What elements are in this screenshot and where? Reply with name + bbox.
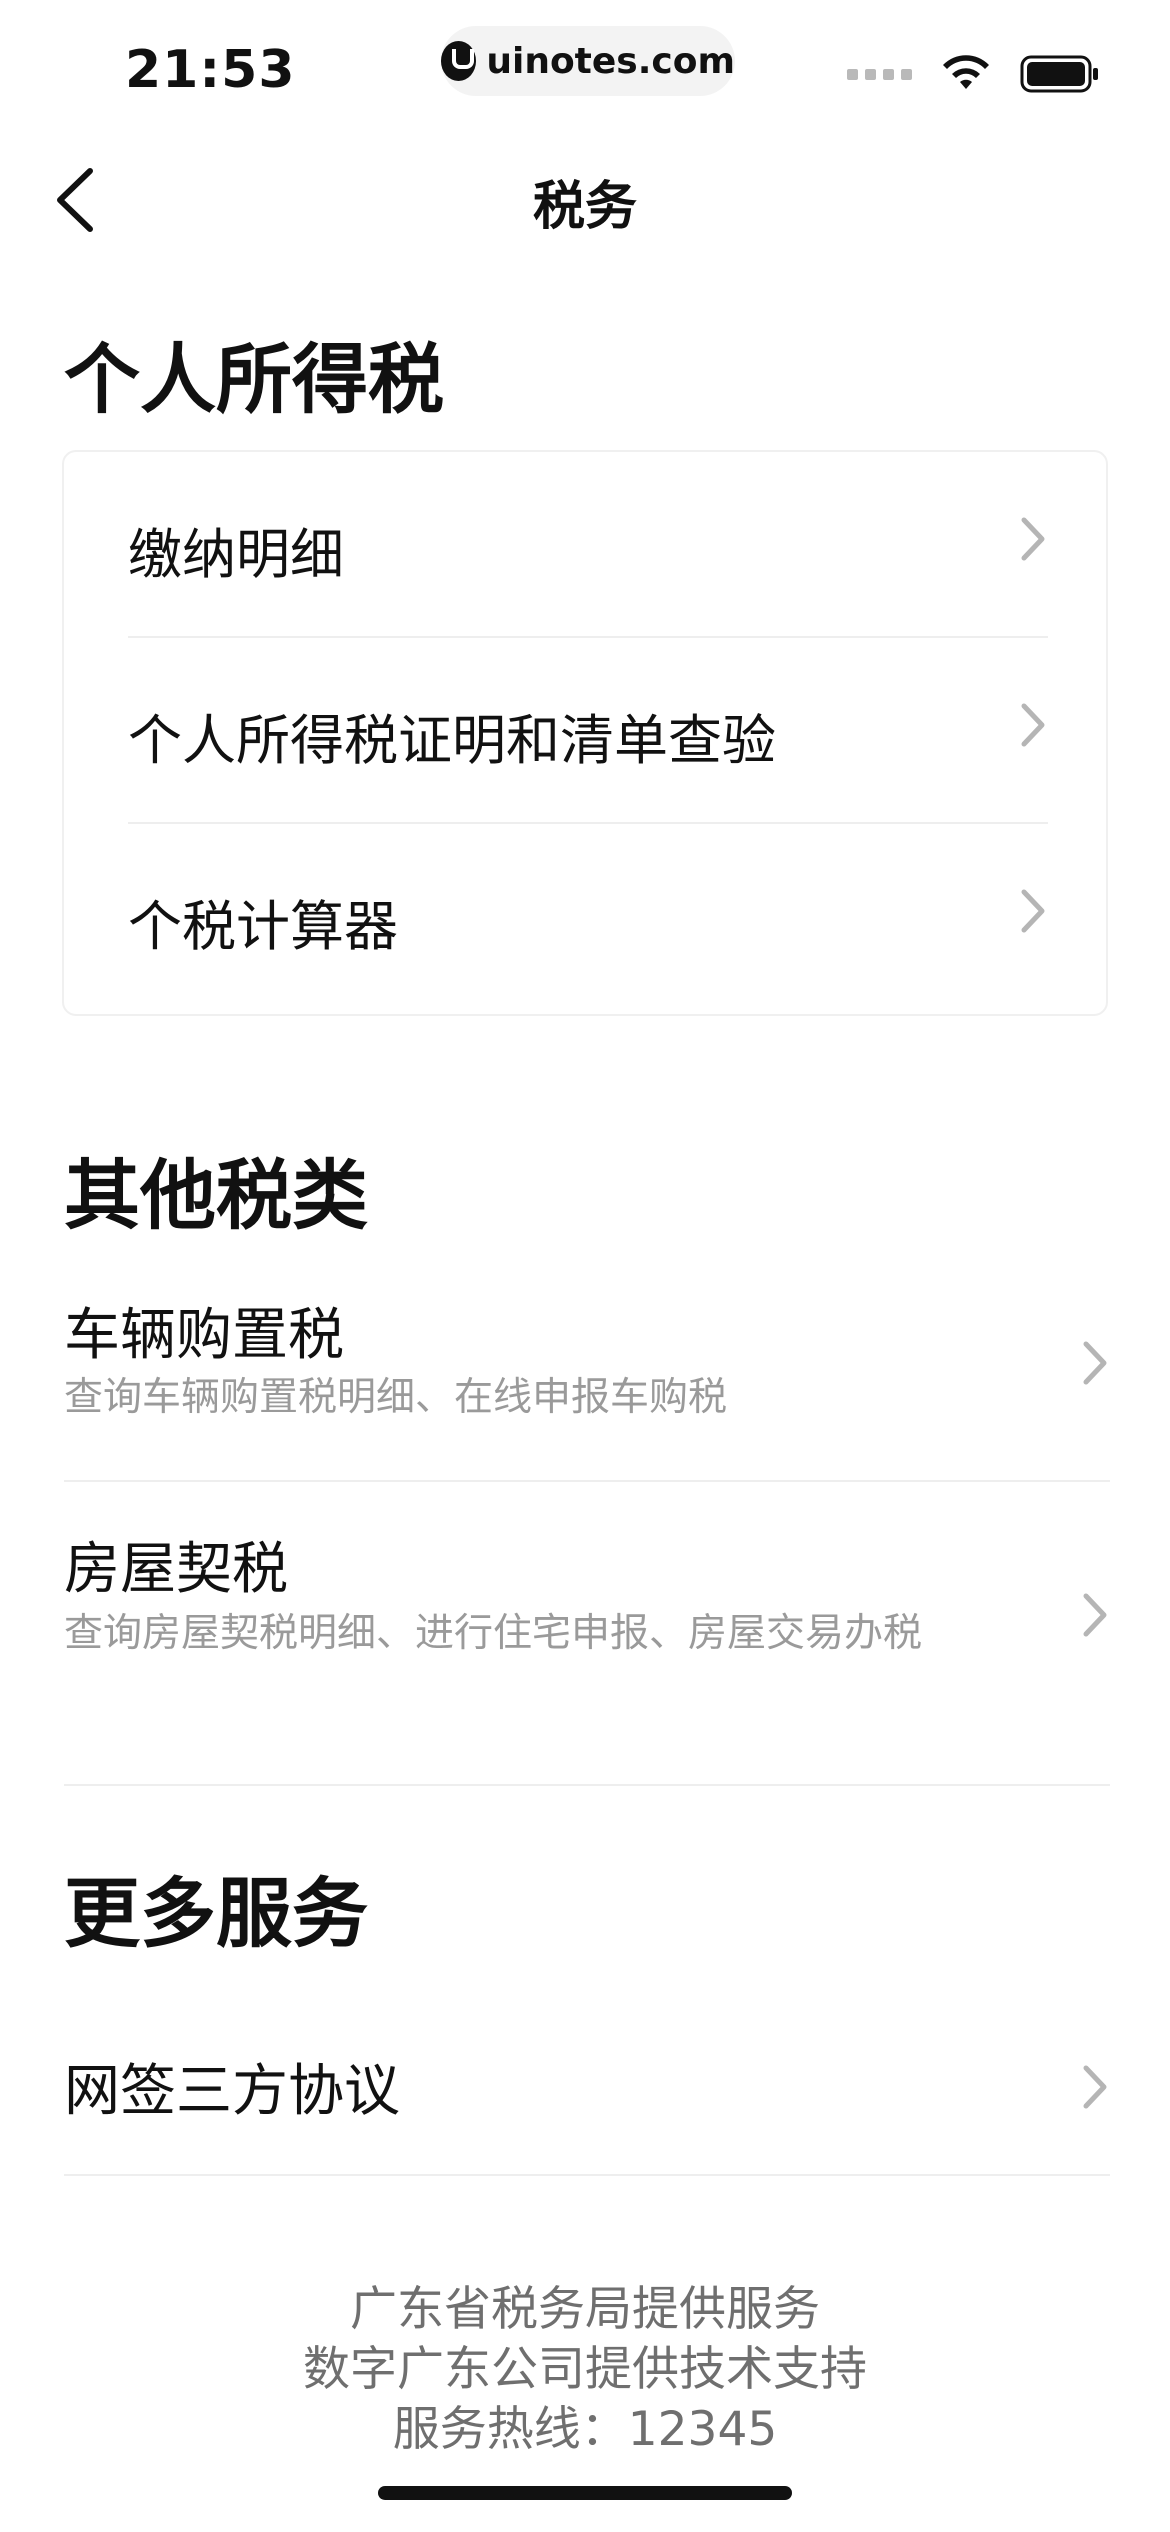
chevron-right-icon [1083, 1593, 1107, 1637]
list-item-label: 缴纳明细 [128, 523, 344, 586]
chevron-right-icon [1021, 703, 1045, 747]
list-item-house-deed-tax[interactable]: 房屋契税 查询房屋契税明细、进行住宅申报、房屋交易办税 [64, 1484, 1110, 1786]
list-item-desc: 查询车辆购置税明细、在线申报车购税 [64, 1375, 728, 1420]
cellular-signal-icon [847, 68, 912, 80]
list-item-desc: 查询房屋契税明细、进行住宅申报、房屋交易办税 [64, 1611, 923, 1656]
list-item-label: 个人所得税证明和清单查验 [128, 709, 776, 772]
chevron-right-icon [1083, 1341, 1107, 1385]
battery-icon [1020, 55, 1098, 93]
list-item-tax-certificate[interactable]: 个人所得税证明和清单查验 [128, 638, 1048, 824]
nav-bar: 税务 [0, 140, 1170, 260]
list-item-title: 车辆购置税 [64, 1303, 344, 1368]
status-icons [847, 54, 1100, 94]
list-item-label: 个税计算器 [128, 895, 398, 958]
list-item-vehicle-purchase-tax[interactable]: 车辆购置税 查询车辆购置税明细、在线申报车购税 [64, 1270, 1110, 1482]
site-name: uinotes.com [486, 40, 735, 82]
list-item-payment-details[interactable]: 缴纳明细 [128, 452, 1048, 638]
status-bar: 21:53 uinotes.com [0, 0, 1170, 140]
site-pill: uinotes.com [441, 26, 735, 96]
footer-hotline: 服务热线：12345 [392, 2402, 778, 2457]
chevron-right-icon [1021, 517, 1045, 561]
section-title-personal-tax: 个人所得税 [64, 335, 444, 424]
chevron-right-icon [1021, 889, 1045, 933]
list-item-tripartite-agreement[interactable]: 网签三方协议 [64, 2000, 1110, 2176]
page-title: 税务 [532, 177, 637, 237]
footer: 广东省税务局提供服务 数字广东公司提供技术支持 服务热线：12345 [0, 2280, 1170, 2460]
status-time: 21:53 [125, 40, 296, 100]
home-indicator[interactable] [378, 2486, 792, 2500]
footer-tech-support: 数字广东公司提供技术支持 [303, 2342, 867, 2397]
chevron-right-icon [1083, 2065, 1107, 2109]
wifi-icon [943, 55, 989, 89]
section-title-other-taxes: 其他税类 [64, 1151, 368, 1240]
list-item-title: 房屋契税 [64, 1537, 288, 1602]
personal-tax-card: 缴纳明细 个人所得税证明和清单查验 个税计算器 [62, 450, 1108, 1016]
site-logo-icon [441, 41, 477, 81]
footer-provider: 广东省税务局提供服务 [350, 2282, 820, 2337]
list-item-title: 网签三方协议 [64, 2059, 400, 2124]
section-title-more-services: 更多服务 [64, 1869, 368, 1958]
list-item-tax-calculator[interactable]: 个税计算器 [128, 824, 1048, 1010]
